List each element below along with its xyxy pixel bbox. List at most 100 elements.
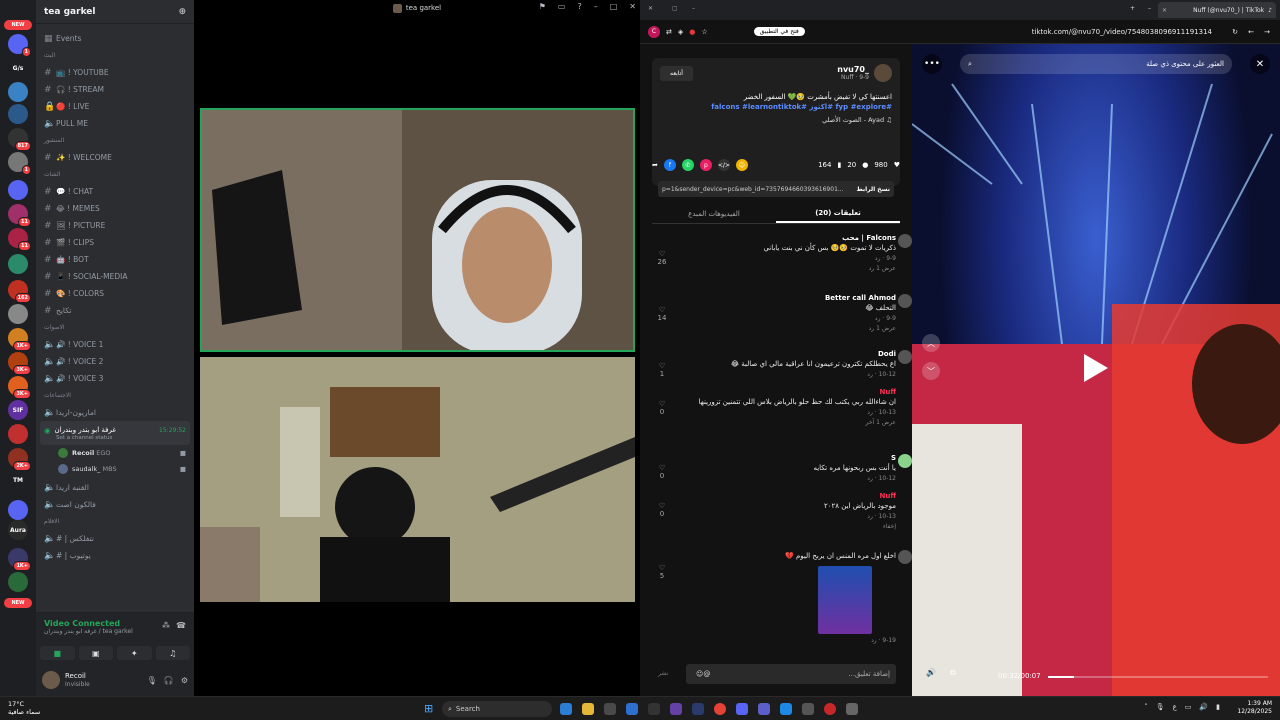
- folder-icon[interactable]: [8, 180, 28, 200]
- related-search-input[interactable]: ⌕ العثور على محتوى ذي صلة: [960, 54, 1232, 74]
- comment-like[interactable]: ♡ 0: [654, 400, 670, 416]
- server-icon[interactable]: SIF: [8, 400, 28, 420]
- comment-like[interactable]: ♡ 5: [654, 564, 670, 580]
- server-icon[interactable]: 11: [8, 204, 31, 227]
- tab-tiktok[interactable]: ✕ Nuff (@nvu70_) | TikTok ♪: [1158, 2, 1276, 18]
- discord-icon[interactable]: [736, 703, 748, 715]
- whatsapp-icon[interactable]: ✆: [681, 159, 694, 171]
- post-button[interactable]: نشر: [658, 670, 668, 677]
- chevron-up-icon[interactable]: ˄: [1144, 703, 1148, 711]
- store-icon[interactable]: [604, 703, 616, 715]
- channel-welcome[interactable]: # ✨ ! WELCOME: [36, 149, 194, 166]
- comment-like[interactable]: ♡ 1: [654, 362, 670, 378]
- voice-channel-meet3[interactable]: 🔈 القنبه اريدا: [36, 479, 194, 496]
- voice-member[interactable]: Recoil EGO ■: [36, 445, 194, 461]
- share-link[interactable]: p=1&sender_device=pc&web_id=735769466039…: [662, 186, 844, 193]
- invite-icon[interactable]: ⊕: [178, 7, 186, 17]
- noise-suppression-icon[interactable]: ⁂: [162, 621, 170, 630]
- close-icon[interactable]: ✕: [629, 2, 636, 11]
- microphone-icon[interactable]: 🎙: [147, 676, 157, 685]
- heart-icon[interactable]: ♥: [894, 161, 900, 169]
- hashtags[interactable]: #fyp #explore #اكتوز #falcons #learnonti…: [660, 102, 892, 112]
- comment-like[interactable]: ♡ 0: [654, 502, 670, 518]
- edge-icon[interactable]: [560, 703, 572, 715]
- mention-icon[interactable]: @: [703, 670, 710, 678]
- screen-share-button[interactable]: ▣: [78, 646, 113, 660]
- chrome-icon[interactable]: [714, 703, 726, 715]
- server-icon[interactable]: [8, 304, 28, 324]
- video-player[interactable]: ••• ⌕ العثور على محتوى ذي صلة ✕ ︿ ﹀ 🔊 ⧉ …: [912, 44, 1280, 696]
- copy-link-button[interactable]: نسخ الرابط: [856, 186, 890, 193]
- tab-comments[interactable]: تعليقات (20): [776, 204, 900, 223]
- open-in-app-button[interactable]: فتح في التطبيق: [753, 27, 805, 36]
- emoji-icon[interactable]: ☺: [696, 670, 703, 678]
- play-button[interactable]: [1084, 354, 1108, 382]
- voice-channel-meet1[interactable]: 🔈 اماريون-اريدا: [36, 404, 194, 421]
- help-icon[interactable]: ?: [577, 2, 581, 11]
- server-header[interactable]: tea garkel ⊕: [36, 0, 194, 24]
- minimize-icon[interactable]: –: [692, 5, 695, 12]
- server-icon[interactable]: 3K+: [8, 376, 31, 399]
- more-options-button[interactable]: •••: [922, 54, 942, 74]
- channel-colors[interactable]: # 🎨 ! COLORS: [36, 285, 194, 302]
- start-icon[interactable]: ⊞: [424, 702, 433, 715]
- gear-icon[interactable]: ⚙: [181, 676, 188, 685]
- server-icon[interactable]: [8, 572, 28, 592]
- server-icon[interactable]: 11: [8, 228, 31, 251]
- view-replies[interactable]: عرض 1 رد: [656, 265, 896, 272]
- microphone-icon[interactable]: 🎙: [1156, 703, 1165, 711]
- steam-icon[interactable]: [692, 703, 704, 715]
- view-replies[interactable]: عرض 1 آخر: [686, 419, 896, 426]
- new-tab-icon[interactable]: +: [1130, 5, 1135, 12]
- pip-icon[interactable]: ⧉: [950, 668, 956, 678]
- prev-video-button[interactable]: ︿: [922, 334, 940, 352]
- comment-image[interactable]: [818, 566, 872, 634]
- facebook-icon[interactable]: f: [663, 159, 676, 171]
- headphones-icon[interactable]: 🎧: [164, 676, 174, 685]
- channel-chat[interactable]: # 💬 ! CHAT: [36, 183, 194, 200]
- record-icon[interactable]: ●: [689, 28, 695, 36]
- voice-channel-active[interactable]: ◉ غرفة ابو بندر وبندران 15:29:52 Set a cha…: [40, 421, 190, 445]
- voice-channel-meet4[interactable]: 🔈 فالكون اصت: [36, 496, 194, 513]
- mail-icon[interactable]: [626, 703, 638, 715]
- channel-pull-me[interactable]: 🔈 PULL ME: [36, 115, 194, 132]
- voice-channel-2[interactable]: 🔈 🔊 ! VOICE 2: [36, 353, 194, 370]
- avatar[interactable]: [898, 350, 912, 364]
- taskbar-search[interactable]: ⌕ Search: [442, 701, 552, 717]
- network-icon[interactable]: ▭: [1185, 703, 1192, 711]
- server-icon[interactable]: 1: [8, 34, 31, 57]
- avatar[interactable]: [898, 234, 912, 248]
- comment-icon[interactable]: ●: [862, 161, 868, 169]
- music-label[interactable]: ♫ Ayad - الصوت الأصلي: [660, 116, 892, 124]
- progress-bar[interactable]: [1048, 676, 1268, 678]
- avatar[interactable]: [42, 671, 60, 689]
- hide-replies[interactable]: إخفاء: [686, 523, 896, 530]
- bookmark-icon[interactable]: ▮: [837, 161, 841, 169]
- channel-youtube[interactable]: # 📺 ! YOUTUBE: [36, 64, 194, 81]
- comment-like[interactable]: ♡ 26: [654, 250, 670, 266]
- author-avatar[interactable]: [874, 64, 892, 82]
- channel-status[interactable]: Set a channel status: [44, 435, 112, 441]
- gear-icon[interactable]: [846, 703, 858, 715]
- close-icon[interactable]: ✕: [648, 5, 653, 12]
- twitch-icon[interactable]: [670, 703, 682, 715]
- avatar[interactable]: [898, 454, 912, 468]
- voice-member[interactable]: saudalk_ MBS ■: [36, 461, 194, 477]
- server-icon[interactable]: 2K+: [8, 448, 31, 471]
- volume-icon[interactable]: 🔊: [926, 668, 936, 677]
- pinterest-icon[interactable]: p: [699, 159, 712, 171]
- forward-icon[interactable]: →: [1264, 28, 1270, 36]
- battery-icon[interactable]: ▮: [1216, 703, 1220, 711]
- server-icon[interactable]: Aura: [8, 520, 28, 540]
- channel-misc[interactable]: # تكايح: [36, 302, 194, 319]
- soundboard-button[interactable]: ♫: [155, 646, 190, 660]
- activities-button[interactable]: ✦: [117, 646, 152, 660]
- category-header[interactable]: المنشور: [36, 132, 194, 149]
- url-field[interactable]: tiktok.com/@nvu70_/video/754803809691119…: [1032, 28, 1212, 36]
- maximize-icon[interactable]: □: [610, 2, 618, 11]
- comment-like[interactable]: ♡ 14: [654, 306, 670, 322]
- server-icon[interactable]: [8, 424, 28, 444]
- back-icon[interactable]: ←: [1248, 28, 1254, 36]
- channel-stream[interactable]: # 🎧 ! STREAM: [36, 81, 194, 98]
- volume-icon[interactable]: 🔊: [1199, 703, 1208, 711]
